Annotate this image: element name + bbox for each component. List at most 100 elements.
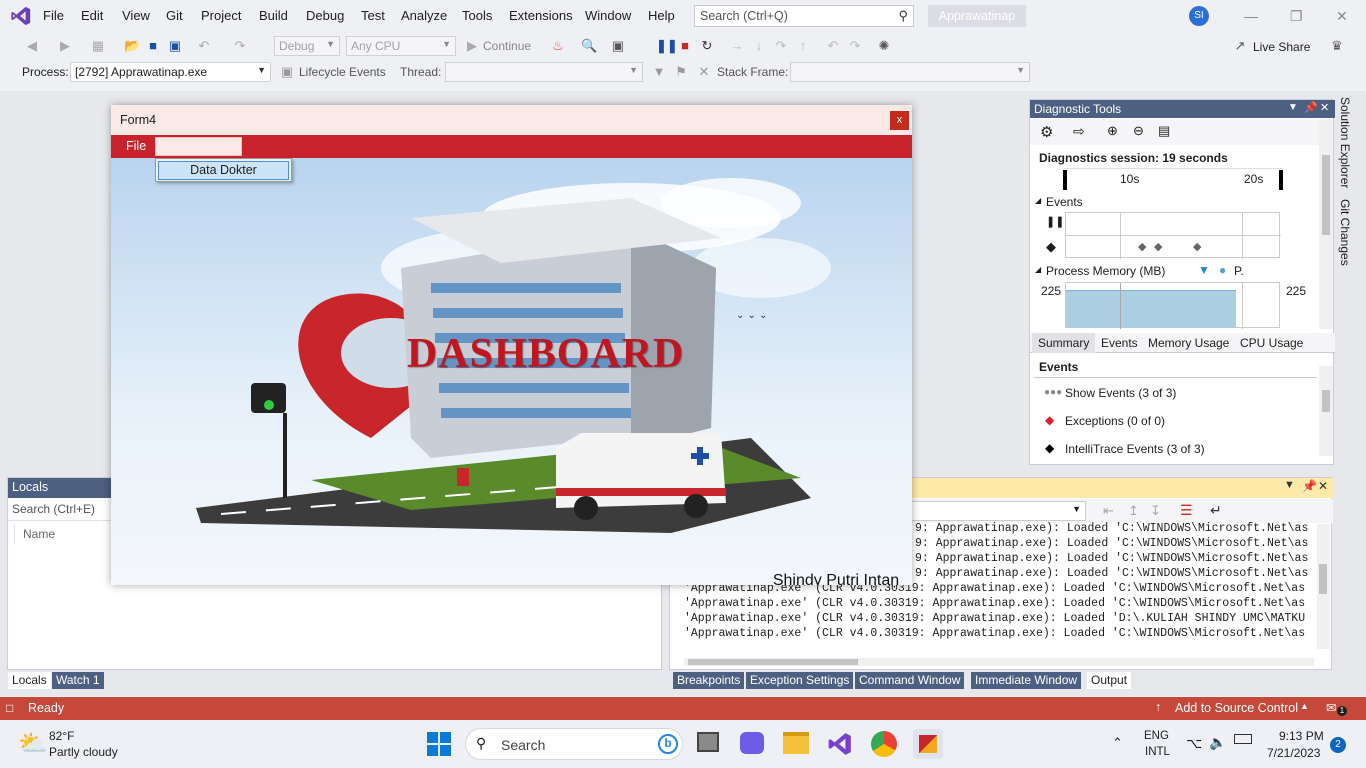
close-icon[interactable]: ✕	[1318, 479, 1328, 493]
find-icon[interactable]: 🔍	[581, 39, 597, 53]
menu-file[interactable]: File	[43, 8, 64, 23]
intellitrace-link[interactable]: IntelliTrace Events (3 of 3)	[1065, 442, 1205, 456]
platform-dropdown[interactable]: Any CPU ▼	[346, 36, 456, 56]
back-icon[interactable]: ◀	[25, 39, 39, 53]
zoom-in-icon[interactable]: ⊕	[1107, 123, 1118, 139]
thread-dropdown[interactable]: ▼	[445, 62, 643, 82]
tab-immediate-window[interactable]: Immediate Window	[971, 672, 1082, 689]
stop-icon[interactable]: ■	[678, 39, 692, 53]
live-share-icon[interactable]: ↗	[1233, 39, 1247, 53]
battery-icon[interactable]	[1234, 734, 1252, 744]
running-app-icon[interactable]	[913, 729, 943, 759]
chevron-up-icon[interactable]: ⌃	[1112, 735, 1123, 751]
collapse-icon[interactable]: ◢	[1035, 196, 1041, 205]
diag-vertical-scrollbar[interactable]	[1319, 119, 1333, 329]
reset-view-icon[interactable]: ▤	[1158, 123, 1170, 139]
form-close-button[interactable]: x	[890, 111, 909, 130]
bing-icon[interactable]: b	[658, 734, 678, 754]
close-icon[interactable]: ✕	[1320, 101, 1329, 114]
clock-date[interactable]: 7/21/2023	[1267, 746, 1320, 760]
zoom-out-icon[interactable]: ⊖	[1133, 123, 1144, 139]
tab-git-changes[interactable]: Git Changes	[1338, 199, 1352, 266]
tab-cpu-usage[interactable]: CPU Usage	[1240, 336, 1303, 350]
breakpoints-toggle-icon[interactable]: ✺	[877, 39, 891, 53]
close-icon[interactable]: ✕	[1336, 8, 1348, 25]
pin-icon[interactable]: 📌	[1304, 101, 1318, 114]
find-message-icon[interactable]: ⇤	[1103, 503, 1114, 519]
config-dropdown[interactable]: Debug ▼	[274, 36, 340, 56]
menu-view[interactable]: View	[122, 8, 150, 23]
undo-icon[interactable]: ↶	[197, 39, 211, 53]
menu-project[interactable]: Project	[201, 8, 241, 23]
avatar[interactable]: SI	[1189, 6, 1209, 26]
menu-test[interactable]: Test	[361, 8, 385, 23]
form-menu-data[interactable]	[155, 137, 242, 156]
task-view-icon[interactable]	[697, 732, 719, 752]
file-explorer-icon[interactable]	[783, 732, 809, 754]
live-share-button[interactable]: Live Share	[1253, 40, 1310, 54]
minimize-icon[interactable]: —	[1244, 8, 1258, 24]
start-icon[interactable]	[427, 732, 451, 756]
visual-studio-icon[interactable]	[827, 731, 853, 757]
pause-icon[interactable]: ❚❚	[656, 39, 678, 53]
gear-icon[interactable]: ⚙	[1040, 123, 1053, 141]
menu-debug[interactable]: Debug	[306, 8, 344, 23]
menu-tools[interactable]: Tools	[462, 8, 492, 23]
step-forward-icon[interactable]: ↷	[848, 39, 862, 53]
wifi-icon[interactable]: ⌥	[1186, 735, 1202, 752]
tab-events[interactable]: Events	[1101, 336, 1138, 350]
process-dropdown[interactable]: [2792] Apprawatinap.exe ▼	[70, 62, 271, 82]
tab-memory-usage[interactable]: Memory Usage	[1148, 336, 1229, 350]
menu-item-data-dokter[interactable]: Data Dokter	[158, 161, 289, 180]
menu-window[interactable]: Window	[585, 8, 631, 23]
chevron-up-icon[interactable]: ▲	[1300, 701, 1309, 711]
feedback-icon[interactable]: ♛	[1330, 39, 1344, 53]
form-menu-file[interactable]: File	[126, 139, 146, 153]
clock-time[interactable]: 9:13 PM	[1279, 729, 1324, 743]
forward-icon[interactable]: ▶	[58, 39, 72, 53]
chrome-icon[interactable]	[871, 731, 897, 757]
tab-summary[interactable]: Summary	[1032, 333, 1096, 353]
search-box[interactable]: Search (Ctrl+Q) ⚲	[694, 5, 914, 27]
pin-icon[interactable]: 📌	[1302, 479, 1317, 493]
screenshot-icon[interactable]: ▣	[611, 39, 625, 53]
menu-build[interactable]: Build	[259, 8, 288, 23]
continue-button[interactable]: Continue	[483, 39, 531, 53]
restart-icon[interactable]: ↻	[700, 39, 714, 53]
visual-studio-logo-icon[interactable]	[10, 5, 32, 27]
language-intl[interactable]: INTL	[1145, 746, 1170, 758]
word-wrap-icon[interactable]: ↵	[1210, 502, 1222, 519]
menu-extensions[interactable]: Extensions	[509, 8, 573, 23]
dropdown-icon[interactable]: ▼	[1284, 479, 1295, 491]
horizontal-scrollbar[interactable]	[684, 658, 1314, 666]
tab-watch-1[interactable]: Watch 1	[52, 672, 104, 689]
filter-icon[interactable]: ▼	[652, 65, 666, 79]
redo-icon[interactable]: ↷	[233, 39, 247, 53]
locals-search-input[interactable]: Search (Ctrl+E)	[8, 499, 112, 521]
collapse-icon[interactable]: ◢	[1035, 265, 1041, 274]
clear-all-icon[interactable]: ☰	[1180, 502, 1193, 519]
export-icon[interactable]: ⇨	[1073, 123, 1085, 140]
menu-analyze[interactable]: Analyze	[401, 8, 447, 23]
stack-frame-dropdown[interactable]: ▼	[790, 62, 1030, 82]
menu-edit[interactable]: Edit	[81, 8, 103, 23]
vertical-scrollbar[interactable]	[1317, 524, 1330, 649]
step-out-icon[interactable]: ↑	[796, 39, 810, 53]
exceptions-link[interactable]: Exceptions (0 of 0)	[1065, 414, 1165, 428]
hot-reload-icon[interactable]: ♨	[551, 39, 565, 53]
tab-command-window[interactable]: Command Window	[855, 672, 965, 689]
next-message-icon[interactable]: ↧	[1150, 503, 1161, 519]
weather-icon[interactable]: ⛅	[18, 729, 48, 758]
lifecycle-events-dropdown[interactable]: Lifecycle Events	[299, 65, 386, 79]
summary-scrollbar[interactable]	[1319, 366, 1333, 456]
volume-icon[interactable]: 🔈	[1209, 734, 1226, 751]
flag-icon[interactable]: ⚑	[674, 65, 688, 79]
locals-name-column[interactable]: Name	[14, 524, 114, 544]
tab-exception-settings[interactable]: Exception Settings	[746, 672, 854, 689]
teams-icon[interactable]	[740, 732, 764, 754]
menu-help[interactable]: Help	[648, 8, 675, 23]
show-events-link[interactable]: Show Events (3 of 3)	[1065, 386, 1176, 400]
new-project-icon[interactable]: ▦	[91, 39, 105, 53]
add-to-source-control[interactable]: Add to Source Control	[1175, 701, 1298, 715]
menu-git[interactable]: Git	[166, 8, 183, 23]
